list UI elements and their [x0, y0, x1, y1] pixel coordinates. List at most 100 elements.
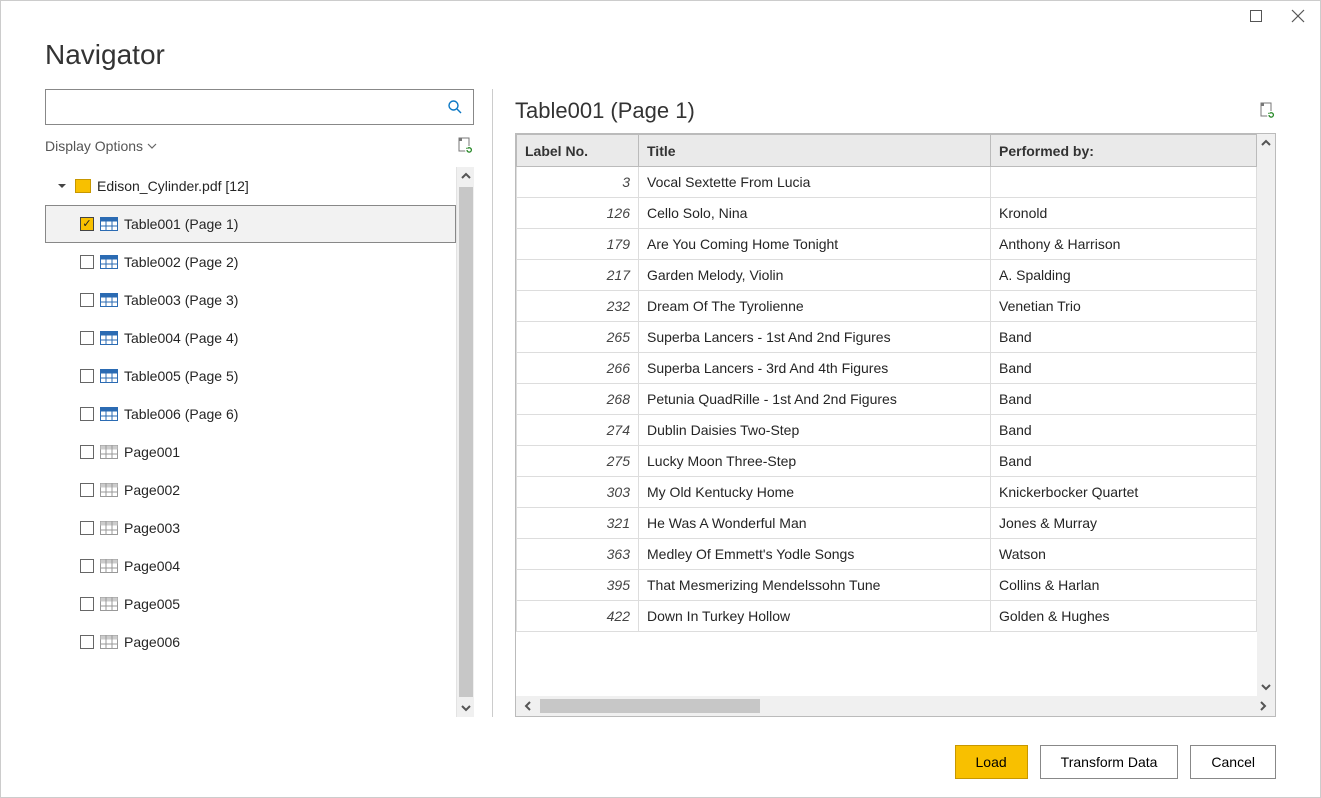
cell-title: Garden Melody, Violin	[639, 260, 991, 291]
expander-icon[interactable]	[55, 179, 69, 193]
cell-title: Superba Lancers - 3rd And 4th Figures	[639, 353, 991, 384]
cell-label-no: 266	[517, 353, 639, 384]
checkbox[interactable]	[80, 217, 94, 231]
tree-item[interactable]: Page004	[45, 547, 456, 585]
cell-performed-by: Band	[991, 353, 1257, 384]
display-options-dropdown[interactable]: Display Options	[45, 138, 157, 154]
page-icon	[100, 521, 118, 535]
tree-item[interactable]: Page005	[45, 585, 456, 623]
data-grid: Label No. Title Performed by: 3Vocal Sex…	[516, 134, 1257, 696]
scroll-right-icon[interactable]	[1251, 696, 1275, 716]
table-row[interactable]: 321He Was A Wonderful ManJones & Murray	[517, 508, 1257, 539]
checkbox[interactable]	[80, 445, 94, 459]
maximize-button[interactable]	[1242, 2, 1270, 30]
checkbox[interactable]	[80, 597, 94, 611]
table-row[interactable]: 217Garden Melody, ViolinA. Spalding	[517, 260, 1257, 291]
preview-refresh-button[interactable]	[1258, 102, 1276, 120]
scroll-up-icon[interactable]	[1257, 134, 1275, 152]
col-title[interactable]: Title	[639, 135, 991, 167]
cell-title: Down In Turkey Hollow	[639, 601, 991, 632]
transform-data-button[interactable]: Transform Data	[1040, 745, 1179, 779]
hscroll-thumb[interactable]	[540, 699, 760, 713]
checkbox[interactable]	[80, 521, 94, 535]
tree-item[interactable]: Page002	[45, 471, 456, 509]
page-icon	[100, 559, 118, 573]
tree-item[interactable]: Page001	[45, 433, 456, 471]
tree-item[interactable]: Table003 (Page 3)	[45, 281, 456, 319]
search-icon[interactable]	[437, 99, 473, 115]
close-button[interactable]	[1284, 2, 1312, 30]
table-row[interactable]: 395That Mesmerizing Mendelssohn TuneColl…	[517, 570, 1257, 601]
cancel-button[interactable]: Cancel	[1190, 745, 1276, 779]
table-row[interactable]: 126Cello Solo, NinaKronold	[517, 198, 1257, 229]
col-performed-by[interactable]: Performed by:	[991, 135, 1257, 167]
checkbox[interactable]	[80, 255, 94, 269]
tree-file-node[interactable]: Edison_Cylinder.pdf [12]	[45, 167, 456, 205]
tree-scrollbar[interactable]	[456, 167, 474, 717]
cell-label-no: 232	[517, 291, 639, 322]
page-icon	[100, 597, 118, 611]
checkbox[interactable]	[80, 559, 94, 573]
grid-vscroll[interactable]	[1257, 134, 1275, 696]
table-row[interactable]: 3Vocal Sextette From Lucia	[517, 167, 1257, 198]
table-row[interactable]: 268Petunia QuadRille - 1st And 2nd Figur…	[517, 384, 1257, 415]
cell-performed-by: Watson	[991, 539, 1257, 570]
tree-item-label: Page003	[124, 520, 180, 536]
tree-item[interactable]: Table001 (Page 1)	[45, 205, 456, 243]
hscroll-track[interactable]	[540, 699, 1251, 713]
footer: Load Transform Data Cancel	[1, 727, 1320, 797]
checkbox[interactable]	[80, 293, 94, 307]
checkbox[interactable]	[80, 331, 94, 345]
cell-label-no: 275	[517, 446, 639, 477]
table-row[interactable]: 232Dream Of The TyrolienneVenetian Trio	[517, 291, 1257, 322]
search-input[interactable]	[46, 99, 437, 115]
checkbox[interactable]	[80, 369, 94, 383]
scroll-up-icon[interactable]	[457, 167, 474, 185]
table-row[interactable]: 303My Old Kentucky HomeKnickerbocker Qua…	[517, 477, 1257, 508]
table-row[interactable]: 179Are You Coming Home TonightAnthony & …	[517, 229, 1257, 260]
scrollbar-thumb[interactable]	[459, 187, 473, 697]
col-label-no[interactable]: Label No.	[517, 135, 639, 167]
scroll-down-icon[interactable]	[457, 699, 474, 717]
cell-performed-by: A. Spalding	[991, 260, 1257, 291]
header-row: Label No. Title Performed by:	[517, 135, 1257, 167]
navigator-window: Navigator Display Options	[0, 0, 1321, 798]
cell-label-no: 268	[517, 384, 639, 415]
tree-item-label: Table002 (Page 2)	[124, 254, 238, 270]
table-row[interactable]: 265Superba Lancers - 1st And 2nd Figures…	[517, 322, 1257, 353]
tree-item[interactable]: Table002 (Page 2)	[45, 243, 456, 281]
grid-hscroll[interactable]	[516, 696, 1275, 716]
cell-title: Dream Of The Tyrolienne	[639, 291, 991, 322]
cell-label-no: 303	[517, 477, 639, 508]
tree-item[interactable]: Page006	[45, 623, 456, 661]
table-row[interactable]: 274Dublin Daisies Two-StepBand	[517, 415, 1257, 446]
table-row[interactable]: 266Superba Lancers - 3rd And 4th Figures…	[517, 353, 1257, 384]
tree-item-label: Table005 (Page 5)	[124, 368, 238, 384]
cell-label-no: 395	[517, 570, 639, 601]
cell-title: Petunia QuadRille - 1st And 2nd Figures	[639, 384, 991, 415]
load-button[interactable]: Load	[955, 745, 1028, 779]
cell-performed-by: Collins & Harlan	[991, 570, 1257, 601]
tree-item[interactable]: Table006 (Page 6)	[45, 395, 456, 433]
table-row[interactable]: 363Medley Of Emmett's Yodle SongsWatson	[517, 539, 1257, 570]
checkbox[interactable]	[80, 635, 94, 649]
cell-title: That Mesmerizing Mendelssohn Tune	[639, 570, 991, 601]
checkbox[interactable]	[80, 483, 94, 497]
table-row[interactable]: 275Lucky Moon Three-StepBand	[517, 446, 1257, 477]
tree-item[interactable]: Table005 (Page 5)	[45, 357, 456, 395]
table-row[interactable]: 422Down In Turkey HollowGolden & Hughes	[517, 601, 1257, 632]
cell-label-no: 321	[517, 508, 639, 539]
cell-performed-by: Kronold	[991, 198, 1257, 229]
scroll-down-icon[interactable]	[1257, 678, 1275, 696]
refresh-button[interactable]	[456, 137, 474, 155]
cell-label-no: 126	[517, 198, 639, 229]
tree-item[interactable]: Page003	[45, 509, 456, 547]
checkbox[interactable]	[80, 407, 94, 421]
preview-header: Table001 (Page 1)	[515, 89, 1276, 133]
cell-performed-by: Band	[991, 415, 1257, 446]
cell-title: Are You Coming Home Tonight	[639, 229, 991, 260]
scroll-left-icon[interactable]	[516, 696, 540, 716]
preview-table: Label No. Title Performed by: 3Vocal Sex…	[516, 134, 1257, 632]
tree-item[interactable]: Table004 (Page 4)	[45, 319, 456, 357]
tree-item-label: Page004	[124, 558, 180, 574]
